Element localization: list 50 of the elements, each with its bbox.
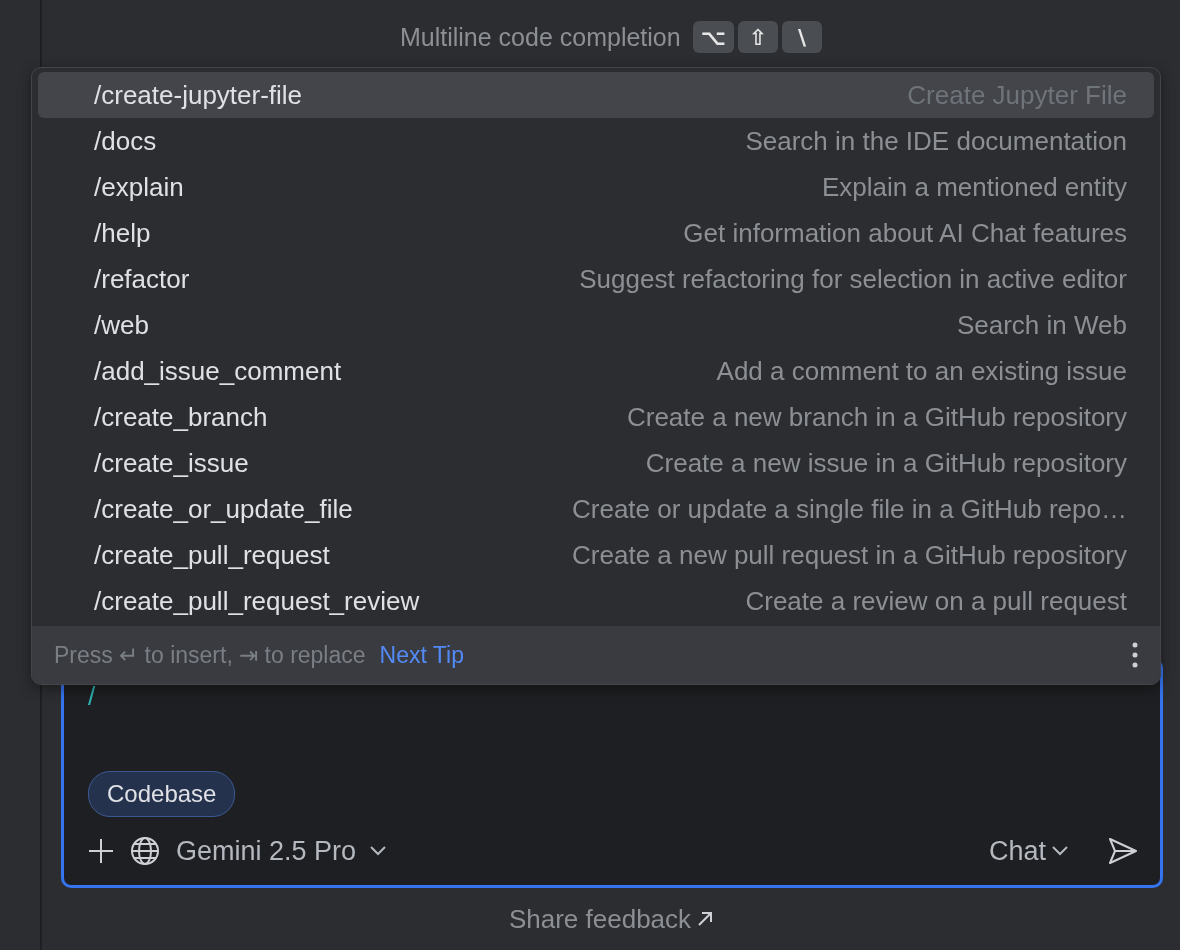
input-text: / <box>88 681 97 713</box>
command-name: /create_or_update_file <box>94 493 353 525</box>
send-icon[interactable] <box>1108 837 1138 865</box>
arrow-up-right-icon <box>697 911 714 927</box>
command-name: /refactor <box>94 263 190 295</box>
command-item[interactable]: /create_or_update_file Create or update a single file in a GitHub repo… <box>38 486 1154 532</box>
command-name: /create-jupyter-file <box>94 79 303 111</box>
chevron-down-icon <box>370 846 387 856</box>
command-name: /explain <box>94 171 184 203</box>
mode-selector[interactable]: Chat <box>988 835 1068 867</box>
command-item[interactable]: /docs Search in the IDE documentation <box>38 118 1154 164</box>
command-item[interactable]: /create_pull_request Create a new pull request in a GitHub repository <box>38 532 1154 578</box>
command-description: Suggest refactoring for selection in active editor <box>579 263 1127 295</box>
plus-icon[interactable] <box>88 838 114 864</box>
command-description: Create a review on a pull request <box>745 585 1127 617</box>
share-feedback-link[interactable]: Share feedback <box>508 903 692 935</box>
command-description: Search in the IDE documentation <box>745 125 1127 157</box>
command-item[interactable]: /refactor Suggest refactoring for selection in active editor <box>38 256 1154 302</box>
command-name: /docs <box>94 125 157 157</box>
shortcut-key: \ <box>782 21 823 53</box>
command-description: Add a comment to an existing issue <box>716 355 1127 387</box>
command-item[interactable]: /web Search in Web <box>38 302 1154 348</box>
command-name: /web <box>94 309 149 341</box>
command-name: /create_branch <box>94 401 268 433</box>
command-description: Get information about AI Chat features <box>683 217 1127 249</box>
command-name: /add_issue_comment <box>94 355 342 387</box>
command-name: /create_pull_request <box>94 539 330 571</box>
model-selector[interactable]: Gemini 2.5 Pro <box>176 835 387 867</box>
shortcut-key: ⇧ <box>738 21 779 53</box>
command-description: Search in Web <box>956 309 1127 341</box>
command-description: Create a new branch in a GitHub repository <box>626 401 1127 433</box>
command-name: /create_issue <box>94 447 249 479</box>
command-description: Create a new pull request in a GitHub repository <box>572 539 1127 571</box>
command-name: /create_pull_request_review <box>94 585 420 617</box>
command-description: Create or update a single file in a GitHub repo… <box>572 493 1127 525</box>
shortcut-key: ⌥ <box>692 21 735 53</box>
command-item[interactable]: /add_issue_comment Add a comment to an existing issue <box>38 348 1154 394</box>
command-item[interactable]: /create_pull_request_review Create a review on a pull request <box>38 578 1154 624</box>
command-item[interactable]: /help Get information about AI Chat features <box>38 210 1154 256</box>
chevron-down-icon <box>1052 846 1068 856</box>
command-item[interactable]: /create_issue Create a new issue in a GitHub repository <box>38 440 1154 486</box>
globe-icon <box>130 836 160 866</box>
command-item[interactable]: /create_branch Create a new branch in a GitHub repository <box>38 394 1154 440</box>
more-icon[interactable] <box>1132 642 1138 668</box>
command-description: Create a new issue in a GitHub repository <box>645 447 1127 479</box>
command-description: Explain a mentioned entity <box>822 171 1127 203</box>
command-name: /help <box>94 217 151 249</box>
hint-label: Multiline code completion <box>399 22 681 52</box>
context-chip[interactable]: Codebase <box>88 771 236 817</box>
command-item[interactable]: /explain Explain a mentioned entity <box>38 164 1154 210</box>
